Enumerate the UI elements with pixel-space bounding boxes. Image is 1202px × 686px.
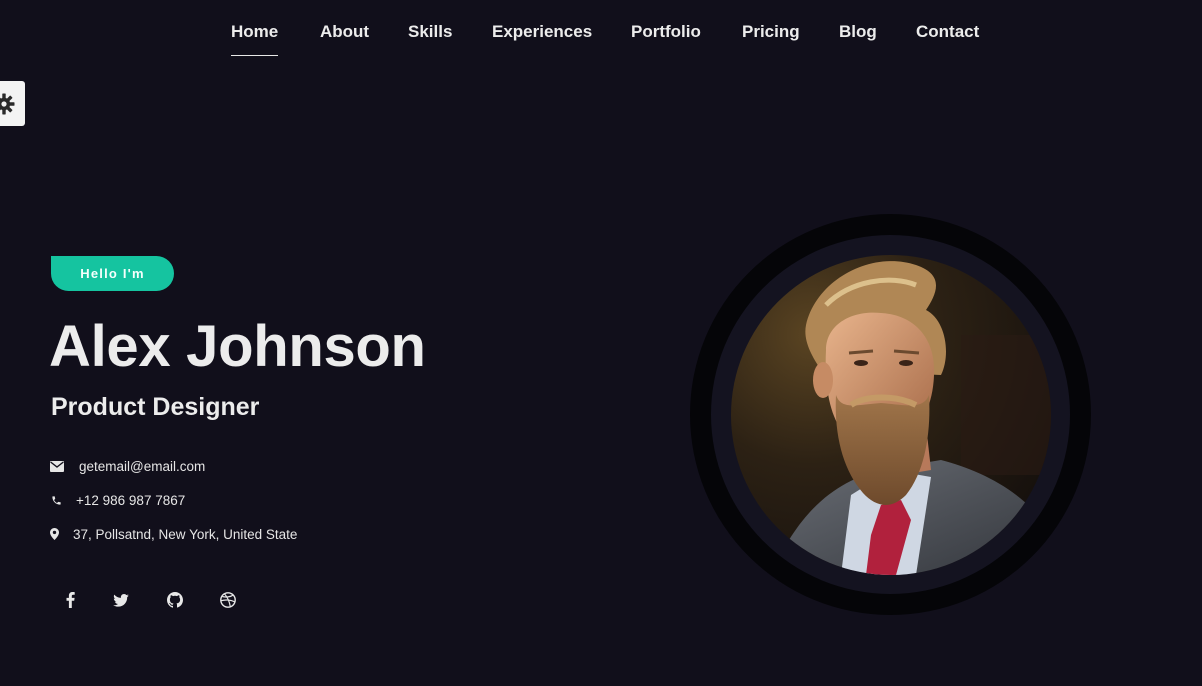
dribbble-icon [220,592,236,608]
nav-item-skills[interactable]: Skills [408,22,452,42]
facebook-link[interactable] [60,590,80,610]
nav-item-pricing[interactable]: Pricing [742,22,800,42]
twitter-icon [113,593,129,607]
hello-badge: Hello I'm [51,256,174,291]
nav-item-portfolio[interactable]: Portfolio [631,22,701,42]
nav-item-contact[interactable]: Contact [916,22,979,42]
main-nav: Home About Skills Experiences Portfolio … [0,0,1202,64]
map-marker-icon [50,528,59,540]
gear-icon [0,93,15,114]
contact-address: 37, Pollsatnd, New York, United State [50,524,297,544]
facebook-icon [66,592,75,608]
github-link[interactable] [165,590,185,610]
hero-role: Product Designer [51,393,260,421]
dribbble-link[interactable] [218,590,238,610]
hero-name: Alex Johnson [49,314,426,379]
github-icon [167,592,183,608]
nav-item-home[interactable]: Home [231,22,279,56]
contact-address-text: 37, Pollsatnd, New York, United State [73,526,298,542]
nav-item-blog[interactable]: Blog [839,22,877,42]
envelope-icon [50,460,64,472]
settings-toggle-button[interactable] [0,81,25,126]
contact-email: getemail@email.com [50,456,205,476]
profile-photo [731,255,1051,575]
nav-item-experiences[interactable]: Experiences [492,22,592,42]
nav-item-about[interactable]: About [320,22,369,42]
phone-icon [50,495,62,506]
contact-phone-text[interactable]: +12 986 987 7867 [76,493,185,508]
twitter-link[interactable] [111,590,131,610]
contact-email-text[interactable]: getemail@email.com [79,459,205,474]
portfolio-page: Home About Skills Experiences Portfolio … [0,0,1202,686]
contact-phone: +12 986 987 7867 [50,490,185,510]
